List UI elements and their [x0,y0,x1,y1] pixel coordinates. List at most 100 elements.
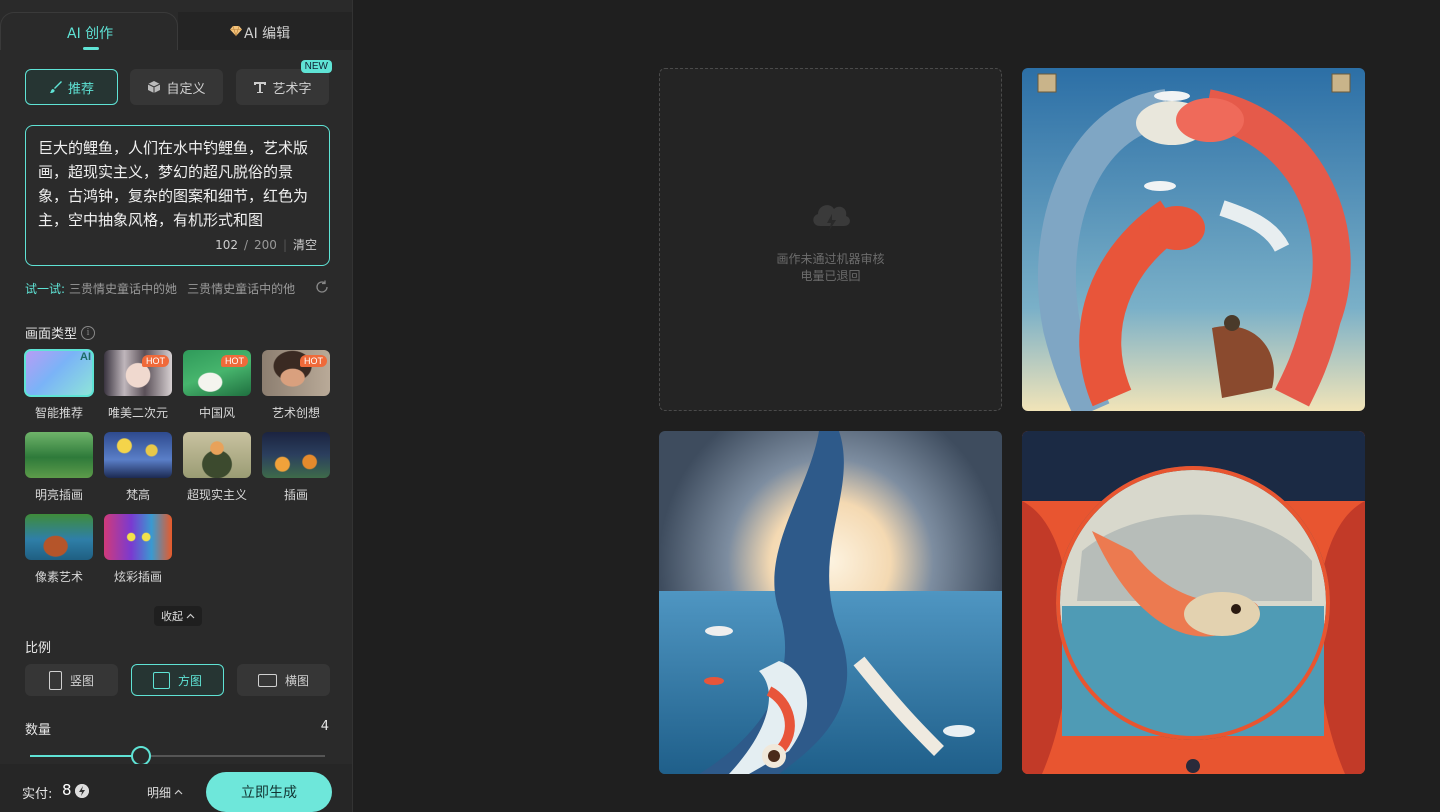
pay-label: 实付: [22,787,53,802]
style-item-smart[interactable]: AI 智能推荐 [24,349,94,421]
style-item-van-gogh[interactable]: 梵高 [104,432,172,503]
mode-recommend-button[interactable]: 推荐 [25,69,118,105]
ai-badge: AI [80,351,91,363]
cube-icon [148,81,161,93]
generated-image[interactable] [1022,68,1365,411]
portrait-shape-icon [48,670,62,690]
active-tab-indicator [83,47,99,50]
refresh-icon[interactable] [314,279,330,295]
generated-image[interactable] [1022,431,1365,774]
quantity-section-label: 数量 [25,723,52,738]
clear-prompt-button[interactable]: 清空 [293,236,317,253]
chevron-up-icon [186,613,195,618]
style-label: 唯美二次元 [107,406,168,420]
app-root: AI 创作 AI 编辑 推荐 自定义 艺术字 NEW 巨大的鲤鱼，人们在水中钓鲤… [0,0,1440,812]
energy-icon [75,784,89,798]
style-label: 智能推荐 [34,406,83,420]
diamond-icon [230,25,242,37]
info-icon[interactable]: i [81,325,96,340]
ratio-landscape-button[interactable]: 横图 [237,664,330,696]
prompt-char-max: 200 [254,237,277,252]
quantity-section-title: 数量 [25,719,51,738]
style-thumb: HOT [262,350,330,396]
tab-ai-edit-label: AI 编辑 [244,26,291,42]
tab-ai-edit[interactable]: AI 编辑 [178,12,352,50]
style-section-label: 画面类型 [25,327,78,342]
style-item-chinese[interactable]: HOT 中国风 [183,350,251,421]
chevron-up-icon [174,789,183,795]
suggestion-chip[interactable]: 三贵情史童话中的她 [69,280,177,297]
mode-art-text-button[interactable]: 艺术字 NEW [236,60,332,105]
style-thumb: HOT [104,350,172,396]
try-suggestions: 试一试: 三贵情史童话中的她 三贵情史童话中的他 [25,279,330,297]
generate-button[interactable]: 立即生成 [206,772,332,812]
ratio-square-button[interactable]: 方图 [131,664,224,696]
new-badge: NEW [300,60,332,73]
ratio-portrait-label: 竖图 [69,673,94,688]
quantity-slider[interactable] [30,746,325,766]
tab-ai-create-label: AI 创作 [67,26,114,42]
square-shape-icon [152,671,170,689]
hot-badge: HOT [300,355,327,367]
style-label: 艺术创想 [271,406,320,420]
style-item-bright[interactable]: 明亮插画 [25,432,93,503]
mode-custom-button[interactable]: 自定义 [130,69,223,105]
try-label: 试一试: [25,281,66,296]
style-section-title: 画面类型 i [25,323,96,342]
prompt-text[interactable]: 巨大的鲤鱼，人们在水中钓鲤鱼，艺术版画，超现实主义，梦幻的超凡脱俗的景象，古鸿钟… [38,136,317,233]
generated-image[interactable] [659,431,1002,774]
style-item-art-creative[interactable]: HOT 艺术创想 [262,350,330,421]
style-item-pixel[interactable]: 像素艺术 [25,514,93,585]
mode-custom-label: 自定义 [166,81,206,97]
style-label: 插画 [283,488,308,502]
detail-button[interactable]: 明细 [147,784,183,801]
quantity-value: 4 [320,719,329,734]
mode-selector: 推荐 自定义 艺术字 NEW [25,60,332,105]
landscape-shape-icon [257,673,277,687]
cloud-lightning-icon [813,205,850,231]
style-label: 炫彩插画 [113,570,162,584]
top-tabs: AI 创作 AI 编辑 [0,0,352,50]
slider-fill [30,755,141,757]
style-thumb [183,432,251,478]
prompt-count-slash: / [243,237,249,252]
suggestion-chip[interactable]: 三贵情史童话中的他 [187,280,295,297]
pay-value: 8 [62,781,72,799]
ratio-square-label: 方图 [177,673,202,688]
failed-image-card: 画作未通过机器审核 电量已退回 [659,68,1002,411]
brush-icon [49,81,62,93]
collapse-label: 收起 [161,610,183,623]
style-thumb [25,432,93,478]
mode-recommend-label: 推荐 [67,81,94,97]
tab-ai-create[interactable]: AI 创作 [0,12,178,50]
ratio-section-label: 比例 [25,641,52,656]
collapse-button[interactable]: 收起 [154,606,202,626]
style-label: 明亮插画 [34,488,83,502]
prompt-meta: 102 / 200 | 清空 [215,236,317,253]
style-item-illustration[interactable]: 插画 [262,432,330,503]
prompt-input[interactable]: 巨大的鲤鱼，人们在水中钓鲤鱼，艺术版画，超现实主义，梦幻的超凡脱俗的景象，古鸿钟… [25,125,330,266]
ratio-section-title: 比例 [25,637,51,656]
divider: | [282,237,287,252]
mode-art-text-label: 艺术字 [272,81,312,97]
style-thumb [104,432,172,478]
style-label: 超现实主义 [186,488,247,502]
style-item-surreal[interactable]: 超现实主义 [183,432,251,503]
koi-sun-artwork [659,431,1002,774]
ratio-portrait-button[interactable]: 竖图 [25,664,118,696]
style-thumb [262,432,330,478]
style-item-anime[interactable]: HOT 唯美二次元 [104,350,172,421]
style-thumb [25,514,93,560]
style-thumb [104,514,172,560]
style-item-colorful[interactable]: 炫彩插画 [104,514,172,585]
art-text-icon [254,82,267,93]
slider-thumb[interactable] [130,746,151,766]
style-label: 梵高 [125,488,150,502]
refund-message: 电量已退回 [800,269,861,283]
detail-label: 明细 [147,786,172,800]
failed-message: 画作未通过机器审核 [776,252,885,266]
style-label: 中国风 [198,406,235,420]
ratio-selector: 竖图 方图 横图 [25,664,330,696]
koi-portal-artwork [1022,431,1365,774]
style-thumb: AI [24,349,94,397]
